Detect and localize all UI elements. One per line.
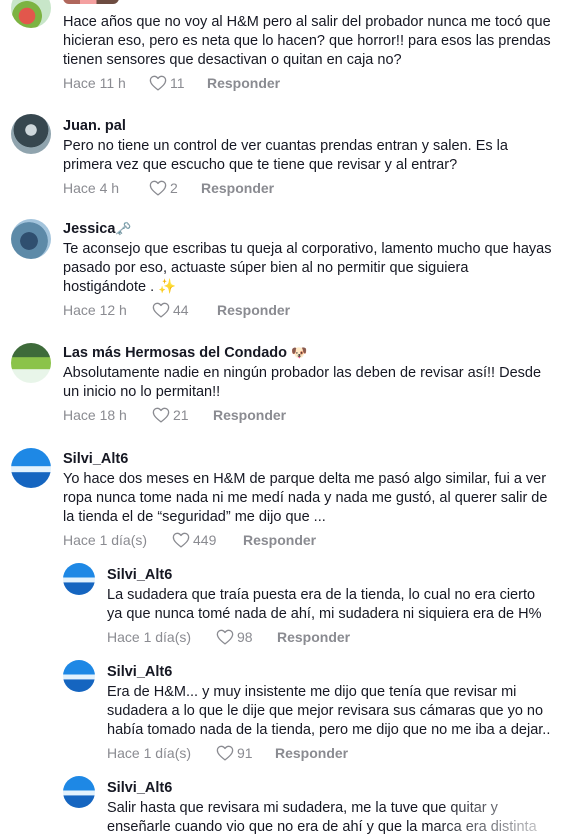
like-count: 11 [170,75,185,91]
avatar[interactable] [11,448,51,488]
avatar[interactable] [11,0,51,28]
like-count: 21 [173,407,189,423]
reply-button[interactable]: Responder [275,745,348,761]
reply-username[interactable]: Silvi_Alt6 [107,663,560,681]
comment-meta: Hace 4 h 2 Responder [63,177,560,199]
reply-username[interactable]: Silvi_Alt6 [107,566,560,584]
corner-fade [428,761,568,831]
heart-outline-icon [216,745,234,761]
like-button[interactable]: 21 [152,407,213,423]
emoji-reaction-strip [63,0,119,4]
reply-time: Hace 1 día(s) [107,745,192,761]
like-count: 449 [193,532,217,548]
avatar[interactable] [11,343,51,383]
comment-username[interactable]: Silvi_Alt6 [63,450,560,468]
avatar[interactable] [63,563,95,595]
heart-outline-icon [216,629,234,645]
comment-text: Yo hace dos meses en H&M de parque delta… [63,471,548,525]
avatar[interactable] [63,660,95,692]
comment-username[interactable]: Las más Hermosas del Condado 🐶 [63,344,560,362]
heart-outline-icon [172,532,190,548]
heart-outline-icon [149,75,167,91]
username-text[interactable]: Las más Hermosas del Condado [63,345,287,361]
comment-text: Absolutamente nadie en ningún probador l… [63,365,542,400]
heart-outline-icon [152,302,170,318]
like-count: 91 [237,745,253,761]
comment-time: Hace 18 h [63,407,127,423]
reply-button[interactable]: Responder [201,180,274,196]
reply-button[interactable]: Responder [213,407,286,423]
key-emoji-icon: 🗝️ [115,221,132,236]
heart-outline-icon [149,180,167,196]
like-button[interactable]: 91 [216,745,275,761]
comment-text: Te aconsejo que escribas tu queja al cor… [63,241,552,295]
comment-text: Hace años que no voy al H&M pero al sali… [63,14,551,68]
heart-outline-icon [152,407,170,423]
comment-time: Hace 1 día(s) [63,532,148,548]
comment-username[interactable]: Jessica🗝️ [63,220,560,238]
like-count: 44 [173,302,189,318]
like-button[interactable]: 11 [149,75,207,91]
comment-time: Hace 4 h [63,180,120,196]
like-button[interactable]: 449 [172,532,243,548]
comment-time: Hace 11 h [63,75,126,91]
like-count: 98 [237,629,253,645]
reply-time: Hace 1 día(s) [107,629,192,645]
comment-meta: Hace 11 h 11 Responder [63,72,560,94]
reply-button[interactable]: Responder [207,75,280,91]
username-text[interactable]: Jessica [63,221,115,237]
reply-button[interactable]: Responder [217,302,290,318]
reply-button[interactable]: Responder [277,629,350,645]
reply-meta: Hace 1 día(s) 98 Responder [107,626,560,648]
like-button[interactable]: 2 [149,180,201,196]
comment-text: Pero no tiene un control de ver cuantas … [63,138,508,173]
comment-meta: Hace 18 h 21 Responder [63,404,560,426]
like-count: 2 [170,180,178,196]
comment-meta: Hace 1 día(s) 449 Responder [63,529,560,551]
reply-text: Era de H&M... y muy insistente me dijo q… [107,684,551,738]
like-button[interactable]: 98 [216,629,277,645]
reply-text: La sudadera que traía puesta era de la t… [107,587,542,622]
avatar[interactable] [63,776,95,808]
comment-time: Hace 12 h [63,302,127,318]
dog-emoji-icon: 🐶 [291,345,308,360]
avatar[interactable] [11,219,51,259]
comment-username[interactable]: Juan. pal [63,117,560,135]
comment-meta: Hace 12 h 44 Responder [63,299,560,321]
like-button[interactable]: 44 [152,302,217,318]
avatar[interactable] [11,114,51,154]
reply-button[interactable]: Responder [243,532,316,548]
